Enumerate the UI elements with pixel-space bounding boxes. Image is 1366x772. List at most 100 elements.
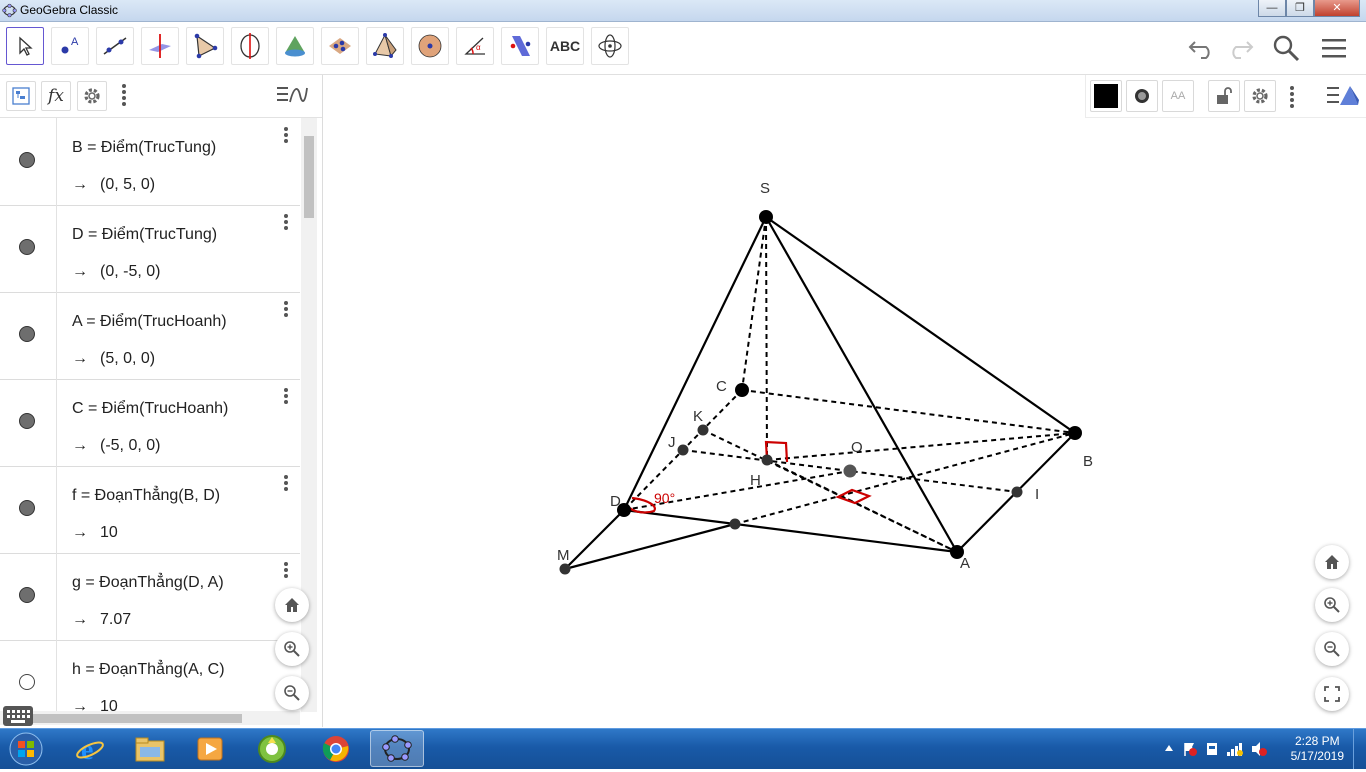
definition-text[interactable]: g = ĐoạnThẳng(D, A) <box>72 574 224 592</box>
sphere-tool-button[interactable] <box>411 27 449 65</box>
visibility-toggle[interactable] <box>19 500 35 516</box>
graphics-zoom-in-button[interactable] <box>1315 588 1349 622</box>
item-menu-icon[interactable] <box>280 387 292 407</box>
definition-text[interactable]: C = Điểm(TrucHoanh) <box>72 400 228 418</box>
taskbar-file-explorer[interactable] <box>123 730 177 767</box>
algebra-zoom-out-button[interactable] <box>275 676 309 710</box>
taskbar-chrome[interactable] <box>309 730 363 767</box>
algebra-vertical-scrollbar[interactable] <box>301 118 317 712</box>
volume-muted-icon[interactable] <box>1250 741 1268 757</box>
algebra-horizontal-scrollbar[interactable] <box>0 711 300 725</box>
polygon-tool-button[interactable] <box>186 27 224 65</box>
visibility-toggle[interactable] <box>19 152 35 168</box>
window-title: GeoGebra Classic <box>20 3 119 17</box>
device-icon[interactable] <box>1204 741 1220 757</box>
algebra-item-A[interactable]: A = Điểm(TrucHoanh) → (5, 0, 0) <box>0 292 300 380</box>
segment-HA <box>766 459 958 553</box>
lock-button[interactable] <box>1208 80 1240 112</box>
visibility-toggle[interactable] <box>19 587 35 603</box>
definition-text[interactable]: D = Điểm(TrucTung) <box>72 226 217 244</box>
geometry-canvas[interactable]: S C K J H O B I D A M 90° <box>334 75 1366 727</box>
reflect-tool-button[interactable] <box>501 27 539 65</box>
item-menu-icon[interactable] <box>280 474 292 494</box>
label-J: J <box>668 434 676 451</box>
input-bar-button[interactable]: 𝑓x <box>41 81 71 111</box>
algebra-item-C[interactable]: C = Điểm(TrucHoanh) → (-5, 0, 0) <box>0 379 300 467</box>
redo-button[interactable] <box>1222 32 1258 64</box>
taskbar-app-green[interactable] <box>245 730 299 767</box>
segment-SB <box>765 216 1076 434</box>
visibility-toggle[interactable] <box>19 326 35 342</box>
action-center-flag-icon[interactable] <box>1182 741 1198 757</box>
graphics-home-button[interactable] <box>1315 545 1349 579</box>
pyramid-tool-button[interactable] <box>366 27 404 65</box>
move-tool-button[interactable] <box>6 27 44 65</box>
point-style-button[interactable] <box>1126 80 1158 112</box>
taskbar-geogebra[interactable] <box>370 730 424 767</box>
graphics-settings-button[interactable] <box>1244 80 1276 112</box>
main-menu-button[interactable] <box>1316 32 1352 64</box>
search-button[interactable] <box>1268 32 1304 64</box>
toggle-3d-style-bar-button[interactable] <box>1326 83 1360 114</box>
item-menu-icon[interactable] <box>280 561 292 581</box>
text-tool-button[interactable]: ABC <box>546 27 584 65</box>
cone-tool-button[interactable] <box>276 27 314 65</box>
label-B: B <box>1083 453 1093 470</box>
algebra-more-menu-icon[interactable] <box>122 83 126 108</box>
show-hidden-icons-icon[interactable] <box>1164 743 1174 753</box>
algebra-home-button[interactable] <box>275 588 309 622</box>
algebra-item-f[interactable]: f = ĐoạnThẳng(B, D) → 10 <box>0 466 300 554</box>
taskbar-media-player[interactable] <box>183 730 237 767</box>
close-button[interactable]: ✕ <box>1314 0 1360 17</box>
graphics-more-menu-icon[interactable] <box>1290 85 1294 110</box>
show-desktop-button[interactable] <box>1353 729 1366 769</box>
network-signal-icon[interactable] <box>1226 741 1244 757</box>
virtual-keyboard-button[interactable] <box>3 706 33 726</box>
auxiliary-objects-button[interactable] <box>6 81 36 111</box>
visibility-toggle[interactable] <box>19 674 35 690</box>
angle-tool-button[interactable]: α <box>456 27 494 65</box>
algebra-item-B[interactable]: B = Điểm(TrucTung) → (0, 5, 0) <box>0 118 300 206</box>
label-I: I <box>1035 486 1039 503</box>
item-menu-icon[interactable] <box>280 300 292 320</box>
fullscreen-button[interactable] <box>1315 677 1349 711</box>
svg-text:α: α <box>476 43 481 52</box>
algebra-item-h[interactable]: h = ĐoạnThẳng(A, C) → 10 <box>0 640 300 712</box>
undo-button[interactable] <box>1184 32 1220 64</box>
maximize-button[interactable]: ❐ <box>1286 0 1314 17</box>
definition-text[interactable]: f = ĐoạnThẳng(B, D) <box>72 487 220 505</box>
value-text: → (0, -5, 0) <box>72 263 161 280</box>
definition-text[interactable]: h = ĐoạnThẳng(A, C) <box>72 661 225 679</box>
line-tool-button[interactable] <box>96 27 134 65</box>
toggle-style-bar-button[interactable] <box>276 84 308 111</box>
algebra-settings-button[interactable] <box>77 81 107 111</box>
graphics-zoom-out-button[interactable] <box>1315 632 1349 666</box>
algebra-zoom-in-button[interactable] <box>275 632 309 666</box>
angle-label: 90° <box>654 490 675 506</box>
rotate-view-tool-button[interactable] <box>591 27 629 65</box>
zoom-out-icon <box>284 685 300 701</box>
perpendicular-line-tool-button[interactable] <box>141 27 179 65</box>
taskbar-clock[interactable]: 2:28 PM 5/17/2019 <box>1291 734 1344 764</box>
definition-text[interactable]: B = Điểm(TrucTung) <box>72 139 216 157</box>
algebra-item-D[interactable]: D = Điểm(TrucTung) → (0, -5, 0) <box>0 205 300 293</box>
plane-points-tool-button[interactable] <box>321 27 359 65</box>
start-button[interactable] <box>6 731 46 767</box>
algebra-item-g[interactable]: g = ĐoạnThẳng(D, A) → 7.07 <box>0 553 300 641</box>
minimize-button[interactable]: — <box>1258 0 1286 17</box>
label-style-button[interactable]: AA <box>1162 80 1194 112</box>
taskbar-internet-explorer[interactable]: e <box>63 730 117 767</box>
point-tool-button[interactable]: A <box>51 27 89 65</box>
item-menu-icon[interactable] <box>280 126 292 146</box>
graphics-3d-view[interactable]: S C K J H O B I D A M 90° AA <box>334 75 1366 727</box>
visibility-toggle[interactable] <box>19 239 35 255</box>
circle-axis-tool-button[interactable] <box>231 27 269 65</box>
algebra-view: 𝑓x B = Điểm(TrucTung) → (0, 5, 0) D = Điể… <box>0 75 323 727</box>
svg-text:e: e <box>81 735 93 764</box>
color-button[interactable] <box>1090 80 1122 112</box>
item-menu-icon[interactable] <box>280 213 292 233</box>
definition-text[interactable]: A = Điểm(TrucHoanh) <box>72 313 227 331</box>
3d-view-toggle-icon <box>1327 86 1359 105</box>
visibility-toggle[interactable] <box>19 413 35 429</box>
unlock-icon <box>1217 87 1232 104</box>
